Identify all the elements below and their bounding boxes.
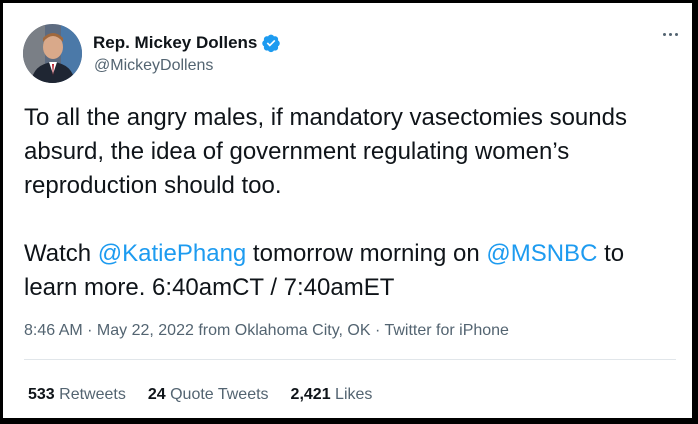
more-dot bbox=[675, 33, 678, 36]
retweets-label: Retweets bbox=[59, 386, 126, 403]
verified-badge-icon bbox=[261, 33, 281, 53]
tweet-card: Rep. Mickey Dollens @MickeyDollens To al… bbox=[3, 3, 692, 418]
quote-tweets-count: 24 bbox=[147, 386, 166, 403]
tweet-client[interactable]: Twitter for iPhone bbox=[384, 322, 509, 339]
tweet-text: To all the angry males, if mandatory vas… bbox=[24, 101, 674, 305]
more-options-icon[interactable] bbox=[659, 29, 682, 40]
tweet-location[interactable]: Oklahoma City, OK bbox=[235, 322, 371, 339]
more-dot bbox=[669, 33, 672, 36]
tweet-metadata: 8:46 AM · May 22, 2022 from Oklahoma Cit… bbox=[24, 322, 509, 340]
tweet-date[interactable]: May 22, 2022 bbox=[97, 322, 194, 339]
author-name-row: Rep. Mickey Dollens bbox=[93, 33, 281, 53]
likes-count: 2,421 bbox=[290, 386, 331, 403]
retweets-stat[interactable]: 533 Retweets bbox=[28, 386, 126, 404]
meta-separator: · bbox=[370, 322, 385, 339]
author-handle[interactable]: @MickeyDollens bbox=[94, 57, 213, 75]
mention-katiephang[interactable]: @KatiePhang bbox=[98, 240, 246, 267]
avatar-image bbox=[23, 24, 82, 83]
engagement-stats: 533 Retweets 24 Quote Tweets 2,421 Likes bbox=[28, 386, 394, 404]
avatar[interactable] bbox=[23, 24, 82, 83]
mention-msnbc[interactable]: @MSNBC bbox=[486, 240, 597, 267]
divider bbox=[24, 359, 676, 360]
tweet-paragraph-1: To all the angry males, if mandatory vas… bbox=[24, 104, 627, 199]
likes-label: Likes bbox=[335, 386, 373, 403]
meta-separator: · bbox=[82, 322, 97, 339]
likes-stat[interactable]: 2,421 Likes bbox=[291, 386, 373, 404]
meta-from: from bbox=[193, 322, 235, 339]
tweet-time[interactable]: 8:46 AM bbox=[24, 322, 83, 339]
author-name[interactable]: Rep. Mickey Dollens bbox=[93, 33, 257, 53]
tweet-text-segment: tomorrow morning on bbox=[246, 240, 487, 267]
retweets-count: 533 bbox=[28, 386, 55, 403]
quote-tweets-label: Quote Tweets bbox=[170, 386, 269, 403]
tweet-paragraph-2: Watch @KatiePhang tomorrow morning on @M… bbox=[24, 237, 674, 305]
quote-tweets-stat[interactable]: 24 Quote Tweets bbox=[148, 386, 269, 404]
more-dot bbox=[663, 33, 666, 36]
tweet-text-segment: Watch bbox=[24, 240, 98, 267]
